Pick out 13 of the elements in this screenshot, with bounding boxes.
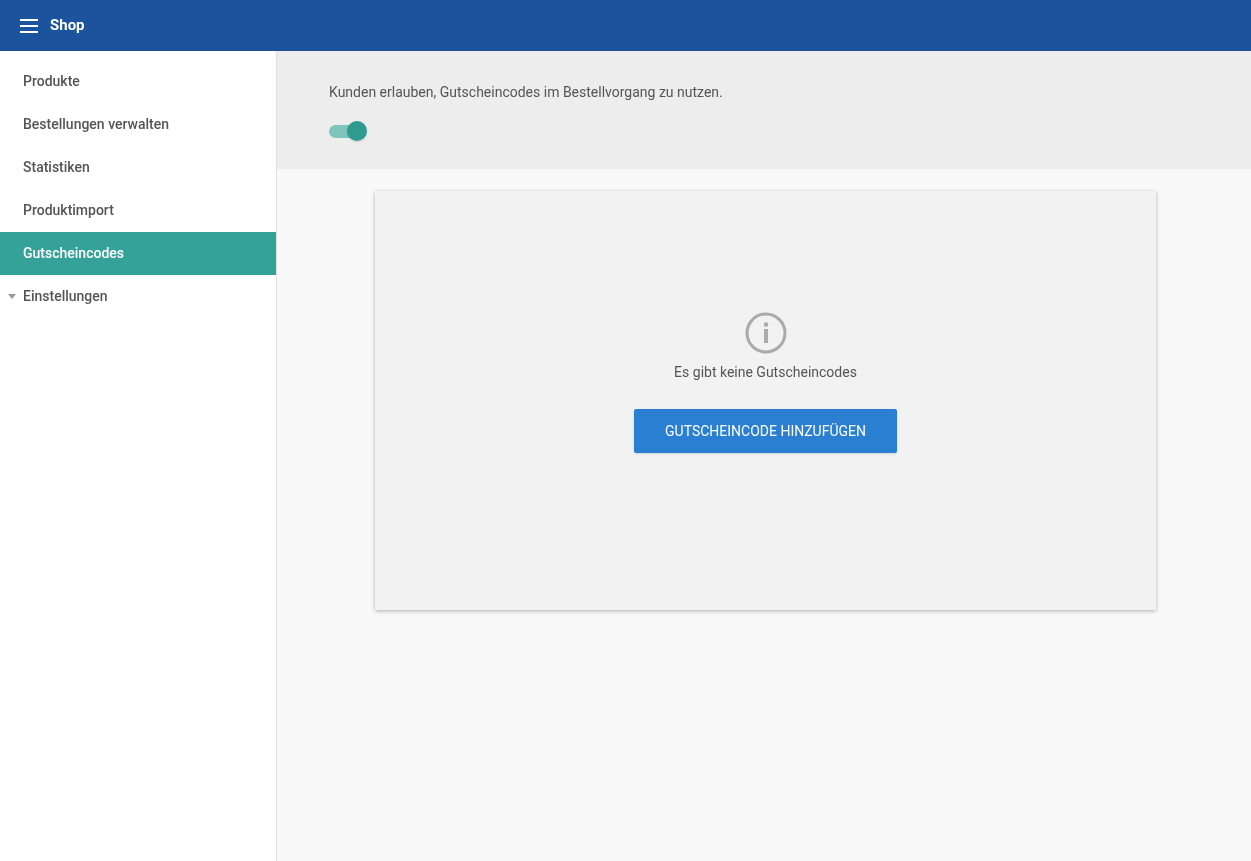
sidebar-item[interactable]: Statistiken — [0, 146, 276, 189]
menu-icon[interactable] — [20, 18, 38, 33]
sidebar-item[interactable]: Bestellungen verwalten — [0, 103, 276, 146]
caret-icon — [8, 294, 16, 299]
sidebar-item[interactable]: Einstellungen — [0, 275, 276, 318]
info-icon — [744, 312, 787, 354]
toggle-switch[interactable] — [329, 121, 367, 141]
sidebar-item[interactable]: Produkte — [0, 60, 276, 103]
app-title: Shop — [50, 15, 85, 37]
empty-message: Es gibt keine Gutscheincodes — [674, 363, 857, 382]
add-code-button[interactable]: GUTSCHEINCODE HINZUFÜGEN — [634, 409, 897, 453]
sidebar-item[interactable]: Produktimport — [0, 189, 276, 232]
setting-label: Kunden erlauben, Gutscheincodes im Bestellvorgang zu nutzen. — [329, 83, 724, 102]
